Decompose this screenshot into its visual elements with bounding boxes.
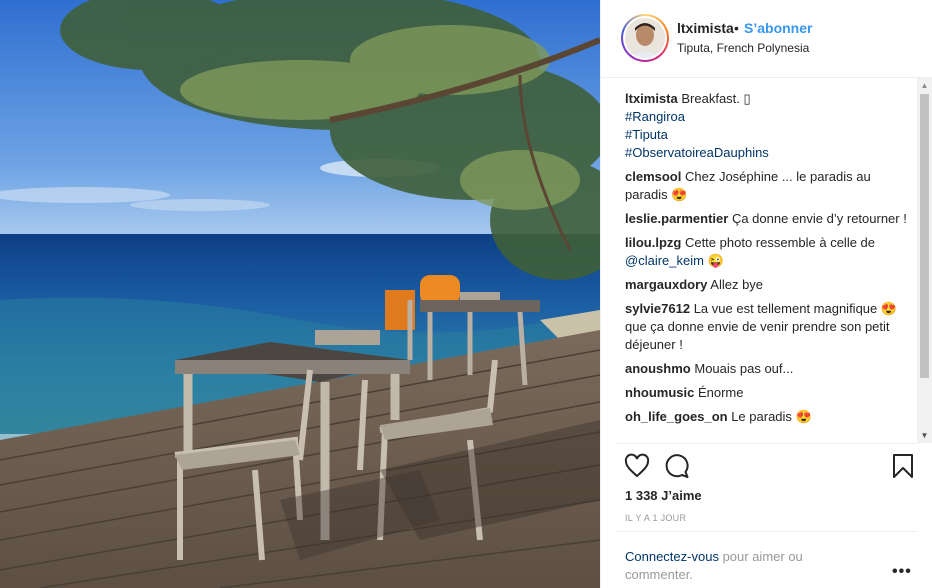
- comment-item: nhoumusic Énorme: [625, 384, 915, 402]
- mention-link[interactable]: @claire_keim: [625, 253, 704, 268]
- comment-username[interactable]: anoushmo: [625, 361, 691, 376]
- login-prompt: Connectez-vous pour aimer ou commenter.: [625, 548, 855, 584]
- more-options-icon[interactable]: •••: [892, 563, 912, 581]
- scrollbar-thumb[interactable]: [920, 94, 929, 378]
- instagram-post: ltximista • S’abonner Tiputa, French Pol…: [0, 0, 932, 588]
- avatar-frame: [623, 16, 667, 60]
- comment-username[interactable]: lilou.lpzg: [625, 235, 681, 250]
- caption-username[interactable]: ltximista: [625, 91, 678, 106]
- comment-username[interactable]: leslie.parmentier: [625, 211, 728, 226]
- comment-bubble-icon[interactable]: [663, 452, 691, 480]
- caption-text: Breakfast.: [681, 91, 744, 106]
- comments-list: ltximista Breakfast. ▯ #Rangiroa #Tiputa…: [625, 90, 915, 446]
- comment-item: leslie.parmentier Ça donne envie d’y ret…: [625, 210, 915, 228]
- comment-item: oh_life_goes_on Le paradis 😍: [625, 408, 915, 426]
- comment-text: Ça donne envie d’y retourner !: [731, 211, 907, 226]
- follow-button[interactable]: S’abonner: [744, 20, 812, 36]
- location-link[interactable]: Tiputa, French Polynesia: [677, 41, 809, 55]
- comment-text: Énorme: [697, 385, 744, 400]
- hashtag-link[interactable]: #Rangiroa: [625, 108, 915, 126]
- comments-scrollbar[interactable]: ▲ ▼: [917, 78, 932, 443]
- avatar-story-ring[interactable]: [621, 14, 669, 62]
- post-timestamp[interactable]: IL Y A 1 JOUR: [625, 513, 686, 523]
- comment-username[interactable]: oh_life_goes_on: [625, 409, 728, 424]
- comment-item: clemsool Chez Joséphine ... le paradis a…: [625, 168, 915, 204]
- avatar[interactable]: [625, 18, 665, 58]
- actions-divider: [617, 443, 917, 444]
- comment-username[interactable]: nhoumusic: [625, 385, 694, 400]
- comment-item: lilou.lpzg Cette photo ressemble à celle…: [625, 234, 915, 270]
- post-side-panel: ltximista • S’abonner Tiputa, French Pol…: [600, 0, 932, 588]
- comment-text: Cette photo ressemble à celle de: [684, 235, 876, 250]
- comment-text-after: 😜: [703, 253, 724, 268]
- comment-text: Mouais pas ouf...: [694, 361, 794, 376]
- comment-item: sylvie7612 La vue est tellement magnifiq…: [625, 300, 915, 354]
- header-username[interactable]: ltximista: [677, 20, 734, 36]
- header-separator: •: [734, 20, 739, 36]
- login-link[interactable]: Connectez-vous: [625, 549, 719, 564]
- heart-icon[interactable]: [623, 452, 651, 480]
- hashtag-link[interactable]: #ObservatoireaDauphins: [625, 144, 915, 162]
- likes-count[interactable]: 1 338 J’aime: [625, 488, 702, 503]
- scroll-up-arrow-icon[interactable]: ▲: [917, 78, 932, 93]
- bookmark-icon[interactable]: [889, 452, 917, 480]
- comment-username[interactable]: sylvie7612: [625, 301, 690, 316]
- caption: ltximista Breakfast. ▯ #Rangiroa #Tiputa…: [625, 90, 915, 162]
- comment-username[interactable]: margauxdory: [625, 277, 707, 292]
- caption-emoji: ▯: [743, 91, 751, 106]
- post-header: ltximista • S’abonner Tiputa, French Pol…: [601, 0, 932, 78]
- comment-text: Le paradis 😍: [731, 409, 812, 424]
- scroll-down-arrow-icon[interactable]: ▼: [917, 428, 932, 443]
- comment-text: Allez bye: [710, 277, 764, 292]
- comment-item: margauxdory Allez bye: [625, 276, 915, 294]
- bottom-divider: [617, 531, 917, 532]
- hashtag-link[interactable]: #Tiputa: [625, 126, 915, 144]
- comment-username[interactable]: clemsool: [625, 169, 681, 184]
- comment-item: anoushmo Mouais pas ouf...: [625, 360, 915, 378]
- post-photo[interactable]: [0, 0, 600, 588]
